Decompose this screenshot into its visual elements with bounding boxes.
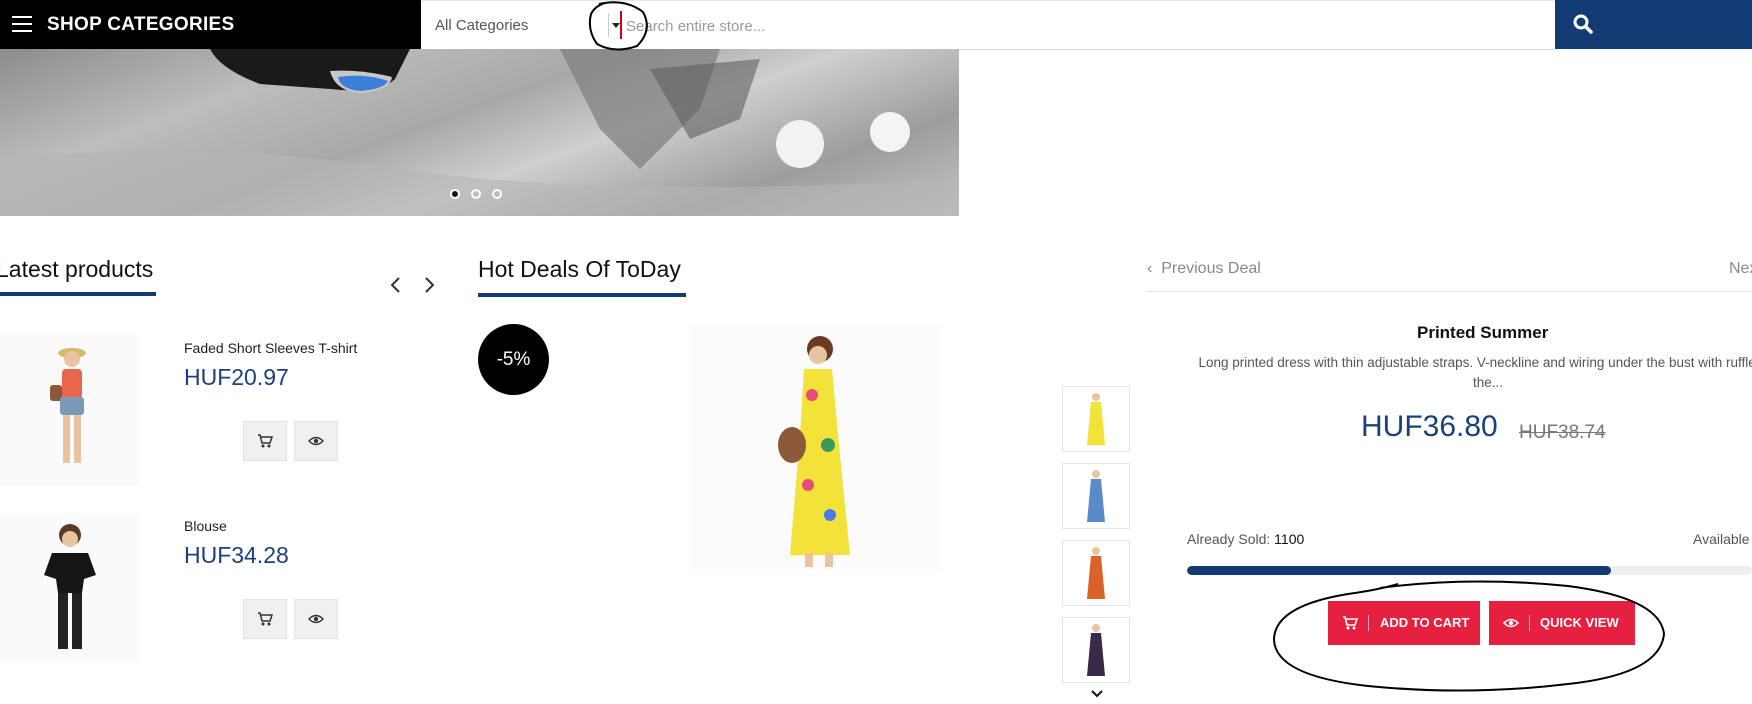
hot-deals-underline [478, 293, 686, 297]
thumbnail-photo [1087, 393, 1105, 445]
product-image[interactable] [0, 513, 140, 663]
carousel-dot-2[interactable] [471, 189, 481, 199]
product-price: HUF34.28 [184, 542, 289, 568]
product-photo [50, 348, 86, 463]
quick-view-button[interactable] [294, 421, 338, 461]
carousel-dot-3[interactable] [492, 189, 502, 199]
cart-icon [258, 434, 273, 448]
add-to-cart-button[interactable] [243, 421, 287, 461]
product-price: HUF20.97 [184, 364, 289, 390]
already-sold-label: Already Sold: [1187, 531, 1271, 547]
thumbnail-photo [1087, 470, 1105, 522]
thumbnail-photo [1087, 624, 1105, 676]
chevron-right-icon [425, 277, 435, 293]
prev-arrow-button[interactable] [386, 275, 406, 295]
add-to-cart-button[interactable] [243, 599, 287, 639]
chevron-left-icon [390, 277, 400, 293]
quick-view-button[interactable] [294, 599, 338, 639]
product-name[interactable]: Faded Short Sleeves T-shirt [184, 340, 357, 356]
discount-badge: -5% [478, 324, 549, 395]
button-separator [1529, 615, 1530, 631]
eye-icon [308, 614, 324, 624]
deal-description: Long printed dress with thin adjustable … [1198, 355, 1752, 390]
search-input[interactable] [624, 7, 1508, 45]
next-deal-link[interactable]: Next [1729, 260, 1752, 278]
quick-view-label: QUICK VIEW [1540, 615, 1619, 630]
hot-deals-title: Hot Deals Of ToDay [478, 256, 681, 282]
top-bar: SHOP CATEGORIES All Categories [0, 0, 1752, 50]
deal-title[interactable]: Printed Summer [1417, 323, 1548, 343]
next-arrow-button[interactable] [419, 275, 439, 295]
deal-thumbnail[interactable] [1062, 617, 1130, 683]
deal-divider [1147, 291, 1752, 292]
available-label: Available [1693, 531, 1750, 547]
sold-progress-fill [1187, 566, 1611, 575]
category-select[interactable]: All Categories [435, 17, 528, 34]
deal-main-image[interactable] [690, 325, 940, 570]
shop-categories-label: SHOP CATEGORIES [47, 14, 235, 35]
deal-old-price: HUF38.74 [1519, 422, 1606, 443]
deal-thumbnail[interactable] [1062, 463, 1130, 529]
cart-icon [258, 612, 273, 626]
latest-products-underline [0, 292, 156, 296]
previous-deal-link[interactable]: ‹ Previous Deal [1147, 260, 1261, 278]
hamburger-icon [12, 16, 32, 32]
search-button[interactable] [1555, 0, 1752, 49]
deal-thumbnail[interactable] [1062, 540, 1130, 606]
previous-deal-label: Previous Deal [1161, 260, 1261, 277]
thumbnails-down-button[interactable] [1090, 686, 1104, 704]
latest-products-title: Latest products [0, 256, 154, 282]
quick-view-button[interactable]: QUICK VIEW [1489, 601, 1635, 645]
product-image[interactable] [0, 335, 140, 485]
sold-progress-bar [1187, 566, 1752, 575]
already-sold-value: 1100 [1274, 531, 1305, 547]
button-separator [1368, 615, 1369, 631]
cart-icon [1343, 616, 1358, 630]
shop-categories-button[interactable]: SHOP CATEGORIES [0, 0, 421, 49]
eye-icon [1503, 618, 1519, 628]
deal-thumbnail[interactable] [1062, 386, 1130, 452]
search-bar: All Categories [421, 0, 1555, 50]
already-sold: Already Sold: 1100 [1187, 531, 1304, 547]
add-to-cart-label: ADD TO CART [1380, 615, 1470, 630]
product-name[interactable]: Blouse [184, 518, 227, 534]
product-photo [44, 524, 96, 649]
carousel-dot-1[interactable] [450, 189, 460, 199]
search-icon [1573, 14, 1593, 34]
deal-price: HUF36.80 [1361, 410, 1498, 443]
thumbnail-photo [1087, 547, 1105, 599]
chevron-left-icon: ‹ [1147, 260, 1162, 277]
add-to-cart-button[interactable]: ADD TO CART [1328, 601, 1480, 645]
eye-icon [308, 436, 324, 446]
deal-product-photo [778, 336, 850, 567]
text-cursor [620, 11, 622, 39]
